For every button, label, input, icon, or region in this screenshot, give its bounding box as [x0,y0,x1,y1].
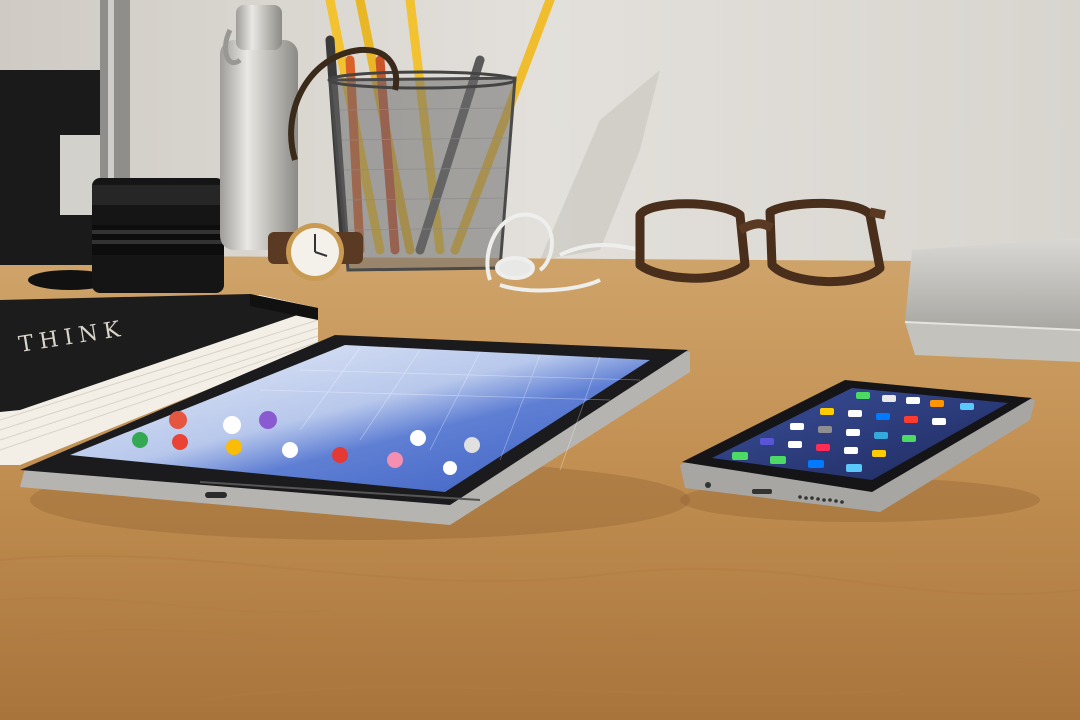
laptop [904,238,1080,362]
lamp-pole [100,0,130,180]
phone-charging-port [752,489,772,494]
lamp-pole-highlight [108,0,114,180]
desk-photo: THINK [0,0,1080,720]
water-bottle [220,5,298,250]
photo-canvas: THINK [0,0,1080,720]
phone-headphone-jack [705,482,711,488]
